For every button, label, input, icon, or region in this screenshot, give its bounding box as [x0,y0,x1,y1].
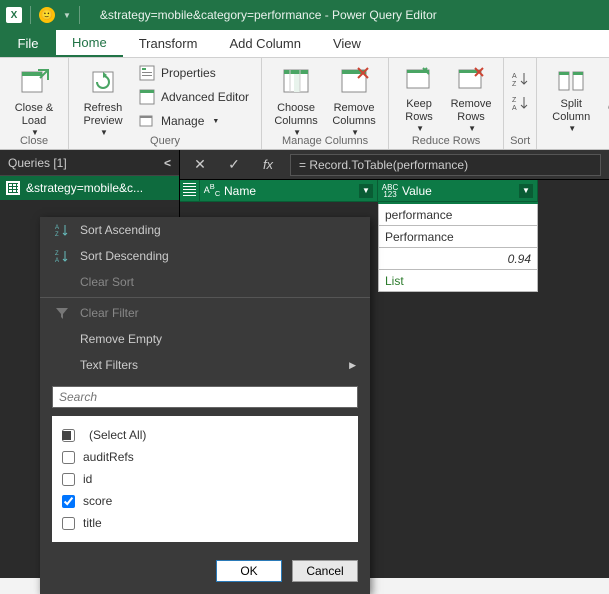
clear-sort-item: Clear Sort [40,269,370,295]
choose-columns-icon [280,66,312,98]
group-query-label: Query [75,133,255,147]
filter-icon [54,305,70,321]
group-reduce-rows-label: Reduce Rows [395,133,497,147]
sort-ascending-item[interactable]: AZ Sort Ascending [40,217,370,243]
filter-check-score[interactable]: score [62,490,348,512]
svg-text:Z: Z [55,232,59,237]
chevron-down-icon[interactable]: ▼ [63,11,71,20]
cell[interactable]: performance [378,204,538,226]
filter-check-auditrefs[interactable]: auditRefs [62,446,348,468]
properties-icon [139,65,155,81]
sort-asc-button[interactable]: AZ [510,68,530,90]
filter-check-title[interactable]: title [62,512,348,534]
sort-desc-icon: ZA [512,95,528,111]
refresh-preview-button[interactable]: Refresh Preview▼ [75,62,131,130]
accept-formula-icon[interactable]: ✓ [222,154,246,176]
cell-list-link[interactable]: List [378,270,538,292]
smiley-icon[interactable]: 🙂 [39,7,55,23]
column-name-filter-dropdown[interactable]: ▼ [359,184,373,198]
svg-text:A: A [512,105,517,111]
split-column-button[interactable]: Split Column▼ [543,62,599,130]
remove-columns-icon [338,66,370,98]
query-item-label: &strategy=mobile&c... [26,181,143,195]
column-header-name[interactable]: ABC Name ▼ [200,180,378,202]
value-column-cells: performance Performance 0.94 List [378,202,538,292]
svg-text:Z: Z [512,97,517,104]
tab-transform[interactable]: Transform [123,30,214,57]
ribbon-tabs: File Home Transform Add Column View [0,30,609,58]
column-header-value[interactable]: ABC123 Value ▼ [378,180,538,202]
cancel-button[interactable]: Cancel [292,560,358,582]
remove-columns-button[interactable]: Remove Columns▼ [326,62,382,130]
tab-home[interactable]: Home [56,30,123,57]
text-filters-item[interactable]: Text Filters ▶ [40,352,370,378]
svg-text:A: A [512,73,517,80]
svg-text:A: A [55,258,59,263]
keep-rows-icon [403,66,435,94]
tab-view[interactable]: View [317,30,377,57]
column-value-filter-dropdown[interactable]: ▼ [519,184,533,198]
clear-filter-item: Clear Filter [40,300,370,326]
type-any-icon[interactable]: ABC123 [382,184,398,198]
filter-search-input[interactable] [52,386,358,408]
sort-asc-icon: AZ [512,71,528,87]
tab-add-column[interactable]: Add Column [213,30,317,57]
advanced-editor-button[interactable]: Advanced Editor [133,86,255,108]
manage-icon [139,113,155,129]
group-manage-columns-label: Manage Columns [268,133,382,147]
filter-check-select-all[interactable]: (Select All) [62,424,348,446]
ribbon: Close & Load▼ Close Refresh Preview▼ Pro… [0,58,609,150]
properties-button[interactable]: Properties [133,62,255,84]
excel-icon: X [6,7,22,23]
fx-icon[interactable]: fx [256,154,280,176]
close-load-button[interactable]: Close & Load▼ [6,62,62,130]
formula-bar: ✕ ✓ fx [180,150,609,180]
formula-input[interactable] [290,154,601,176]
choose-columns-button[interactable]: Choose Columns▼ [268,62,324,130]
queries-header-label: Queries [1] [8,156,67,170]
tab-file[interactable]: File [0,30,56,57]
query-item[interactable]: &strategy=mobile&c... [0,176,179,200]
sort-asc-icon: AZ [54,222,70,238]
manage-button[interactable]: Manage▼ [133,110,255,132]
close-load-icon [18,66,50,98]
type-text-icon[interactable]: ABC [204,184,220,198]
table-icon [6,181,20,195]
title-bar: X 🙂 ▼ &strategy=mobile&category=performa… [0,0,609,30]
remove-empty-item[interactable]: Remove Empty [40,326,370,352]
advanced-editor-icon [139,89,155,105]
column-filter-menu: AZ Sort Ascending ZA Sort Descending Cle… [40,217,370,594]
ok-button[interactable]: OK [216,560,282,582]
group-sort-label: Sort [510,133,530,147]
sort-desc-button[interactable]: ZA [510,92,530,114]
cell[interactable]: Performance [378,226,538,248]
sort-descending-item[interactable]: ZA Sort Descending [40,243,370,269]
collapse-pane-icon[interactable]: < [164,156,171,170]
window-title: &strategy=mobile&category=performance - … [100,8,437,22]
refresh-icon [87,66,119,98]
filter-values-list: (Select All) auditRefs id score title [52,416,358,542]
remove-rows-icon [455,66,487,94]
svg-text:Z: Z [512,81,517,87]
sort-desc-icon: ZA [54,248,70,264]
table-corner-button[interactable] [180,180,200,202]
filter-check-id[interactable]: id [62,468,348,490]
group-by-button[interactable]: Group By [601,62,609,130]
group-close-label: Close [6,133,62,147]
svg-text:Z: Z [55,251,59,257]
remove-rows-button[interactable]: Remove Rows▼ [445,62,497,130]
keep-rows-button[interactable]: Keep Rows▼ [395,62,443,130]
cancel-formula-icon[interactable]: ✕ [188,154,212,176]
cell[interactable]: 0.94 [378,248,538,270]
svg-text:A: A [55,225,59,231]
split-column-icon [555,66,587,94]
submenu-arrow-icon: ▶ [349,360,356,371]
